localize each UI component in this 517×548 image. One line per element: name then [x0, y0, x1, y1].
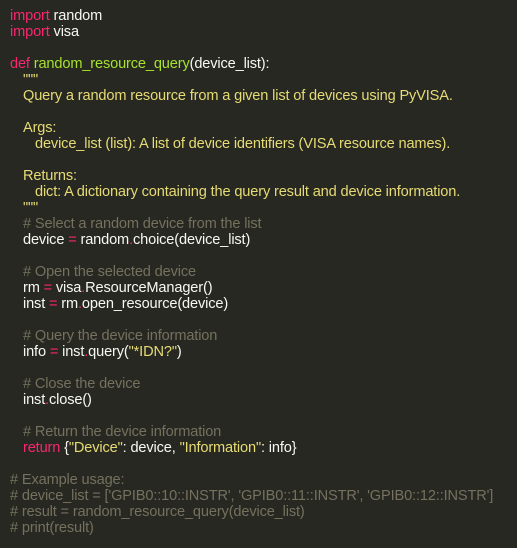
code-line: def random_resource_query(device_list): [10, 56, 515, 72]
code-text: ) [176, 344, 182, 360]
docstring-text: device_list (list): A list of device ide… [35, 136, 451, 152]
docstring-text: Args: [23, 120, 57, 136]
docstring-delimiter: """ [23, 72, 39, 88]
comment: # print(result) [10, 520, 94, 536]
code-text: : device, [122, 440, 180, 456]
comment: # Open the selected device [23, 264, 196, 280]
comment: # Close the device [23, 376, 141, 392]
docstring-delimiter: """ [23, 200, 39, 216]
code-text: rm [57, 296, 79, 312]
operator: = [68, 232, 77, 248]
code-line: rm = visa.ResourceManager() [10, 280, 515, 296]
code-text: random [49, 8, 103, 24]
function-name: random_resource_query [33, 56, 190, 72]
docstring-text: dict: A dictionary containing the query … [35, 184, 461, 200]
code-line: device = random.choice(device_list) [10, 232, 515, 248]
operator: = [43, 280, 53, 296]
code-text: inst [23, 296, 50, 312]
comment: # Return the device information [23, 424, 222, 440]
operator: = [49, 344, 59, 360]
code-text: visa [52, 280, 82, 296]
keyword: import [10, 24, 50, 40]
code-text: { [60, 440, 69, 456]
keyword: import [10, 8, 50, 24]
code-text: ResourceManager() [85, 280, 213, 296]
code-editor[interactable]: import random import visa def random_res… [10, 8, 515, 536]
comment: # result = random_resource_query(device_… [10, 504, 305, 520]
comment: # Example usage: [10, 472, 125, 488]
code-line: import visa [10, 24, 515, 40]
string-literal: "*IDN?" [128, 344, 177, 360]
code-text: (device_list): [189, 56, 270, 72]
docstring-text: Query a random resource from a given lis… [23, 88, 453, 104]
code-line: inst.close() [10, 392, 515, 408]
code-text: open_resource(device) [81, 296, 229, 312]
comment: # Select a random device from the list [23, 216, 262, 232]
code-text: visa [49, 24, 80, 40]
code-text: query( [88, 344, 129, 360]
keyword: return [23, 440, 61, 456]
code-line: import random [10, 8, 515, 24]
code-text: close() [49, 392, 92, 408]
string-literal: "Device" [68, 440, 123, 456]
code-text: random [76, 232, 130, 248]
code-text: info [23, 344, 50, 360]
code-text: device [23, 232, 69, 248]
comment: # device_list = ['GPIB0::10::INSTR', 'GP… [10, 488, 494, 504]
code-text: : info} [260, 440, 297, 456]
string-literal: "Information" [179, 440, 262, 456]
code-line: info = inst.query("*IDN?") [10, 344, 515, 360]
code-line: inst = rm.open_resource(device) [10, 296, 515, 312]
docstring-text: Returns: [23, 168, 77, 184]
code-text: choice(device_list) [132, 232, 251, 248]
code-line: return {"Device": device, "Information":… [10, 440, 515, 456]
code-text: rm [23, 280, 44, 296]
code-text: inst [58, 344, 85, 360]
keyword: def [10, 56, 30, 72]
comment: # Query the device information [23, 328, 218, 344]
code-text: inst [23, 392, 46, 408]
